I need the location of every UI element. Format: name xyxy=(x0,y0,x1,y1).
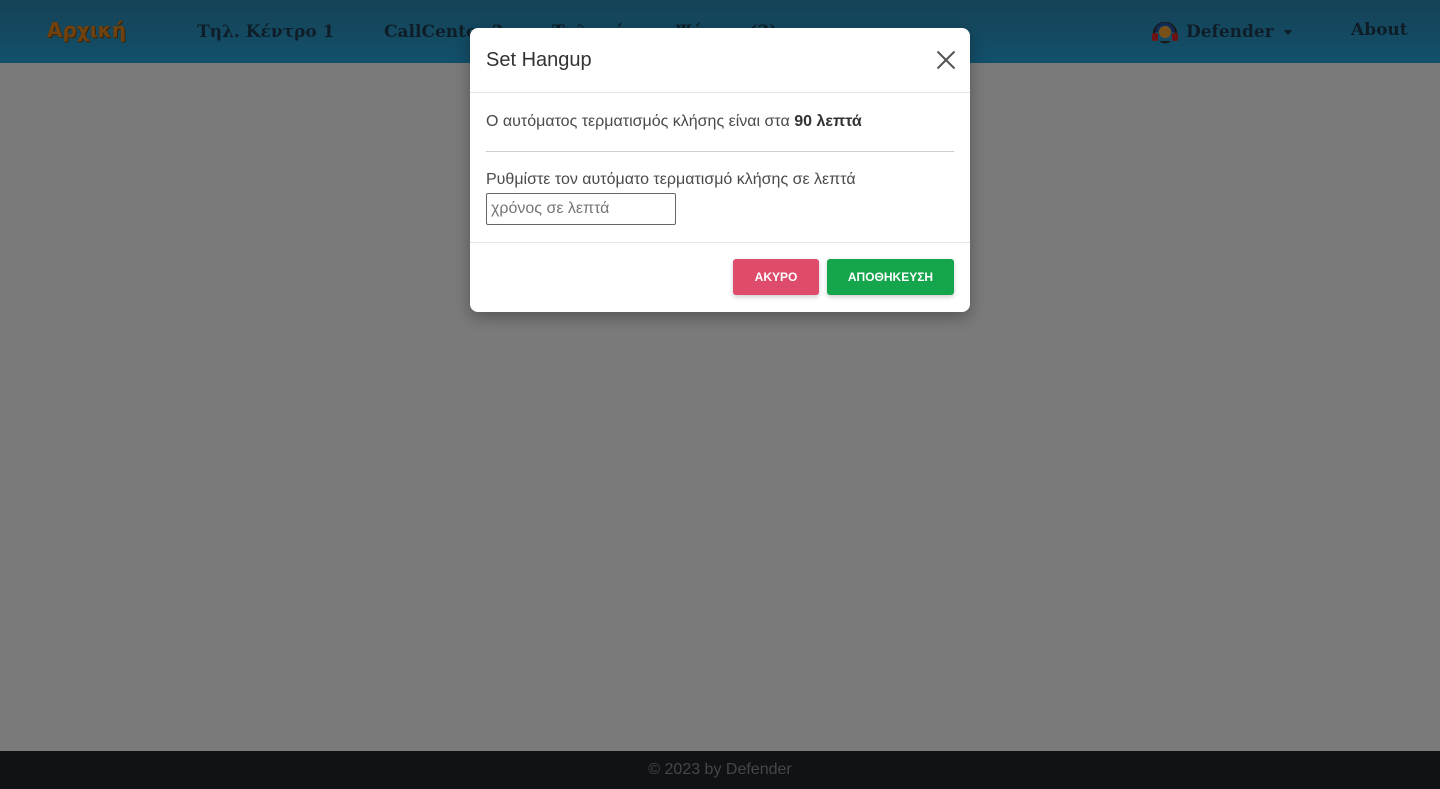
info-prefix: Ο αυτόματος τερματισμός κλήσης είναι στα xyxy=(486,113,790,130)
modal-footer: ΑΚΥΡΟ ΑΠΟΘΗΚΕΥΣΗ xyxy=(470,243,970,311)
set-hangup-label: Ρυθμίστε τον αυτόματο τερματισμό κλήσης … xyxy=(486,171,856,188)
info-value: 90 λεπτά xyxy=(794,113,862,130)
set-hangup-modal: Set Hangup Ο αυτόματος τερματισμός κλήση… xyxy=(470,28,970,312)
modal-body: Ο αυτόματος τερματισμός κλήσης είναι στα… xyxy=(470,93,970,243)
modal-title: Set Hangup xyxy=(486,48,592,71)
minutes-input[interactable] xyxy=(486,193,676,225)
cancel-button[interactable]: ΑΚΥΡΟ xyxy=(733,259,819,295)
close-icon[interactable] xyxy=(936,50,956,70)
modal-header: Set Hangup xyxy=(470,28,970,93)
current-hangup-info: Ο αυτόματος τερματισμός κλήσης είναι στα… xyxy=(486,93,954,152)
save-button[interactable]: ΑΠΟΘΗΚΕΥΣΗ xyxy=(827,259,954,295)
